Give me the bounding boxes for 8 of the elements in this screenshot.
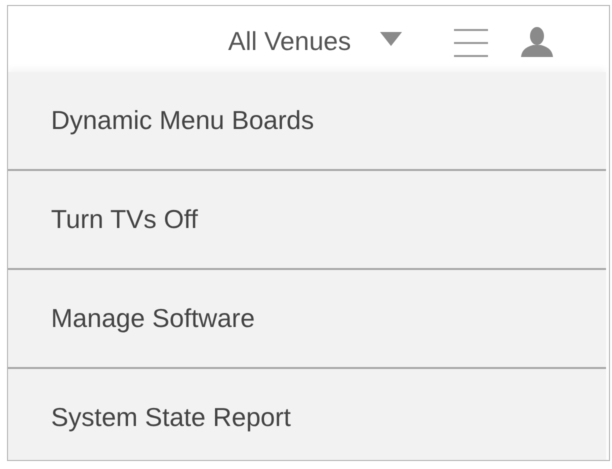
venue-dropdown[interactable]: All Venues (228, 26, 402, 56)
caret-icon (380, 32, 402, 46)
menu-item[interactable]: System State Report (8, 369, 606, 460)
menu-item[interactable]: Turn TVs Off (8, 171, 606, 268)
user-icon[interactable] (521, 27, 553, 57)
menu-item[interactable]: Manage Software (8, 270, 606, 367)
menu-icon[interactable] (454, 28, 488, 58)
menu-item[interactable]: Dynamic Menu Boards (8, 72, 606, 169)
